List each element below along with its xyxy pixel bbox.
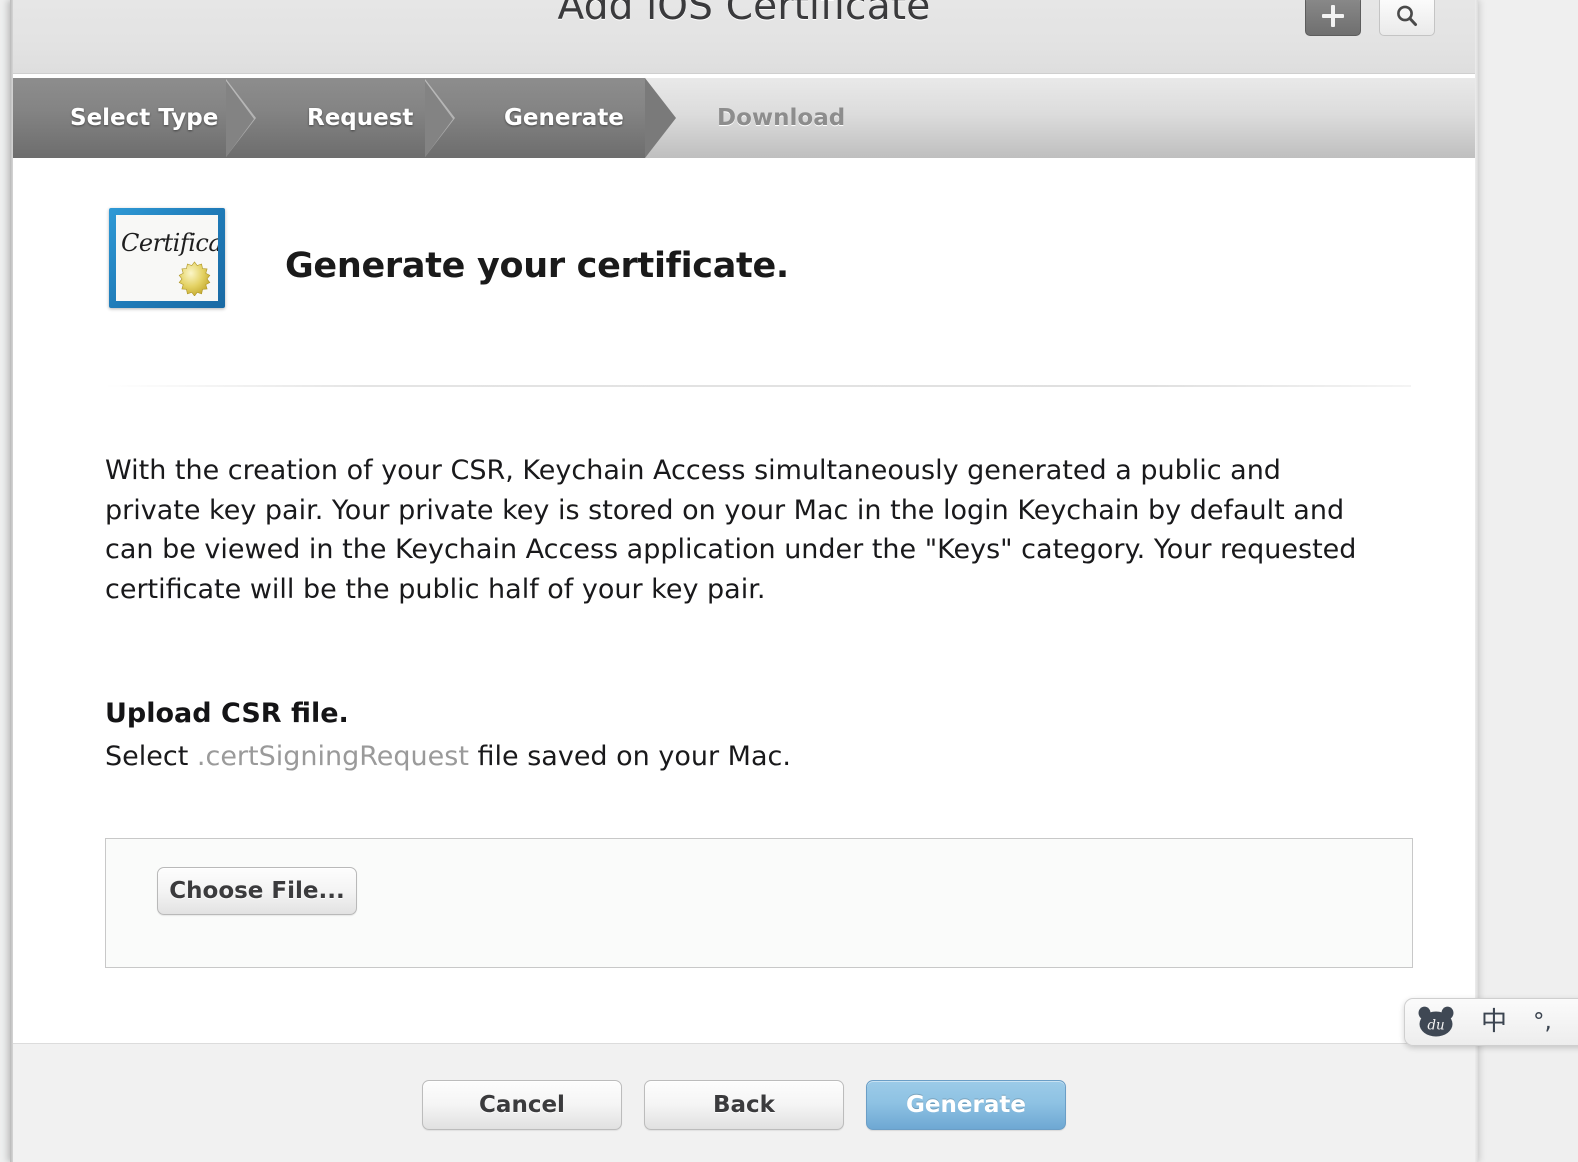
- content-heading: Generate your certificate.: [285, 246, 789, 286]
- upload-section-title: Upload CSR file.: [105, 698, 349, 729]
- ime-toolbar[interactable]: du 中 °,: [1404, 998, 1578, 1046]
- seal-icon: [178, 261, 211, 296]
- certificate-icon-inner: Certificate: [116, 215, 218, 301]
- upload-subtitle-suffix: file saved on your Mac.: [468, 741, 791, 772]
- step-separator-1: [226, 78, 270, 158]
- certificate-icon-label: Certificate: [121, 229, 218, 257]
- modal-right-edge: [1475, 0, 1478, 1162]
- step-select-type[interactable]: Select Type: [70, 78, 218, 158]
- cancel-button[interactable]: Cancel: [422, 1080, 622, 1130]
- add-ios-certificate-modal: Add iOS Certificate Select Type Request …: [10, 0, 1478, 1162]
- page-title: Add iOS Certificate: [557, 0, 931, 29]
- certificate-icon: Certificate: [109, 208, 225, 308]
- baidu-bear-logo-icon[interactable]: du: [1417, 1006, 1455, 1038]
- add-button[interactable]: [1305, 0, 1361, 36]
- description-paragraph: With the creation of your CSR, Keychain …: [105, 455, 1357, 605]
- screen: Add iOS Certificate Select Type Request …: [0, 0, 1578, 1162]
- step-request[interactable]: Request: [307, 78, 413, 158]
- upload-subtitle-prefix: Select: [105, 741, 197, 772]
- ime-punctuation-toggle[interactable]: °,: [1533, 1010, 1552, 1034]
- svg-text:du: du: [1427, 1018, 1444, 1034]
- page-background: [1478, 0, 1578, 1162]
- modal-footer: Cancel Back Generate: [13, 1043, 1475, 1162]
- ime-language-mode[interactable]: 中: [1481, 1009, 1507, 1035]
- step-active-arrow: [645, 78, 676, 158]
- divider: [105, 385, 1411, 387]
- step-generate[interactable]: Generate: [504, 78, 624, 158]
- back-button[interactable]: Back: [644, 1080, 844, 1130]
- plus-icon: [1322, 5, 1344, 27]
- choose-file-button[interactable]: Choose File...: [157, 867, 357, 915]
- search-icon: [1397, 5, 1417, 26]
- csr-upload-dropzone[interactable]: Choose File...: [105, 838, 1413, 968]
- search-button[interactable]: [1379, 0, 1435, 36]
- step-navigation: Select Type Request Generate Download: [13, 78, 1475, 158]
- upload-section-subtitle: Select .certSigningRequest file saved on…: [105, 741, 791, 772]
- modal-content: Certificate Generate your certifica: [13, 158, 1475, 1043]
- footer-button-group: Cancel Back Generate: [13, 1080, 1475, 1130]
- step-separator-2: [425, 78, 469, 158]
- generate-button[interactable]: Generate: [866, 1080, 1066, 1130]
- step-download[interactable]: Download: [717, 78, 845, 158]
- modal-header: Add iOS Certificate: [13, 0, 1475, 74]
- upload-file-extension: .certSigningRequest: [196, 741, 469, 772]
